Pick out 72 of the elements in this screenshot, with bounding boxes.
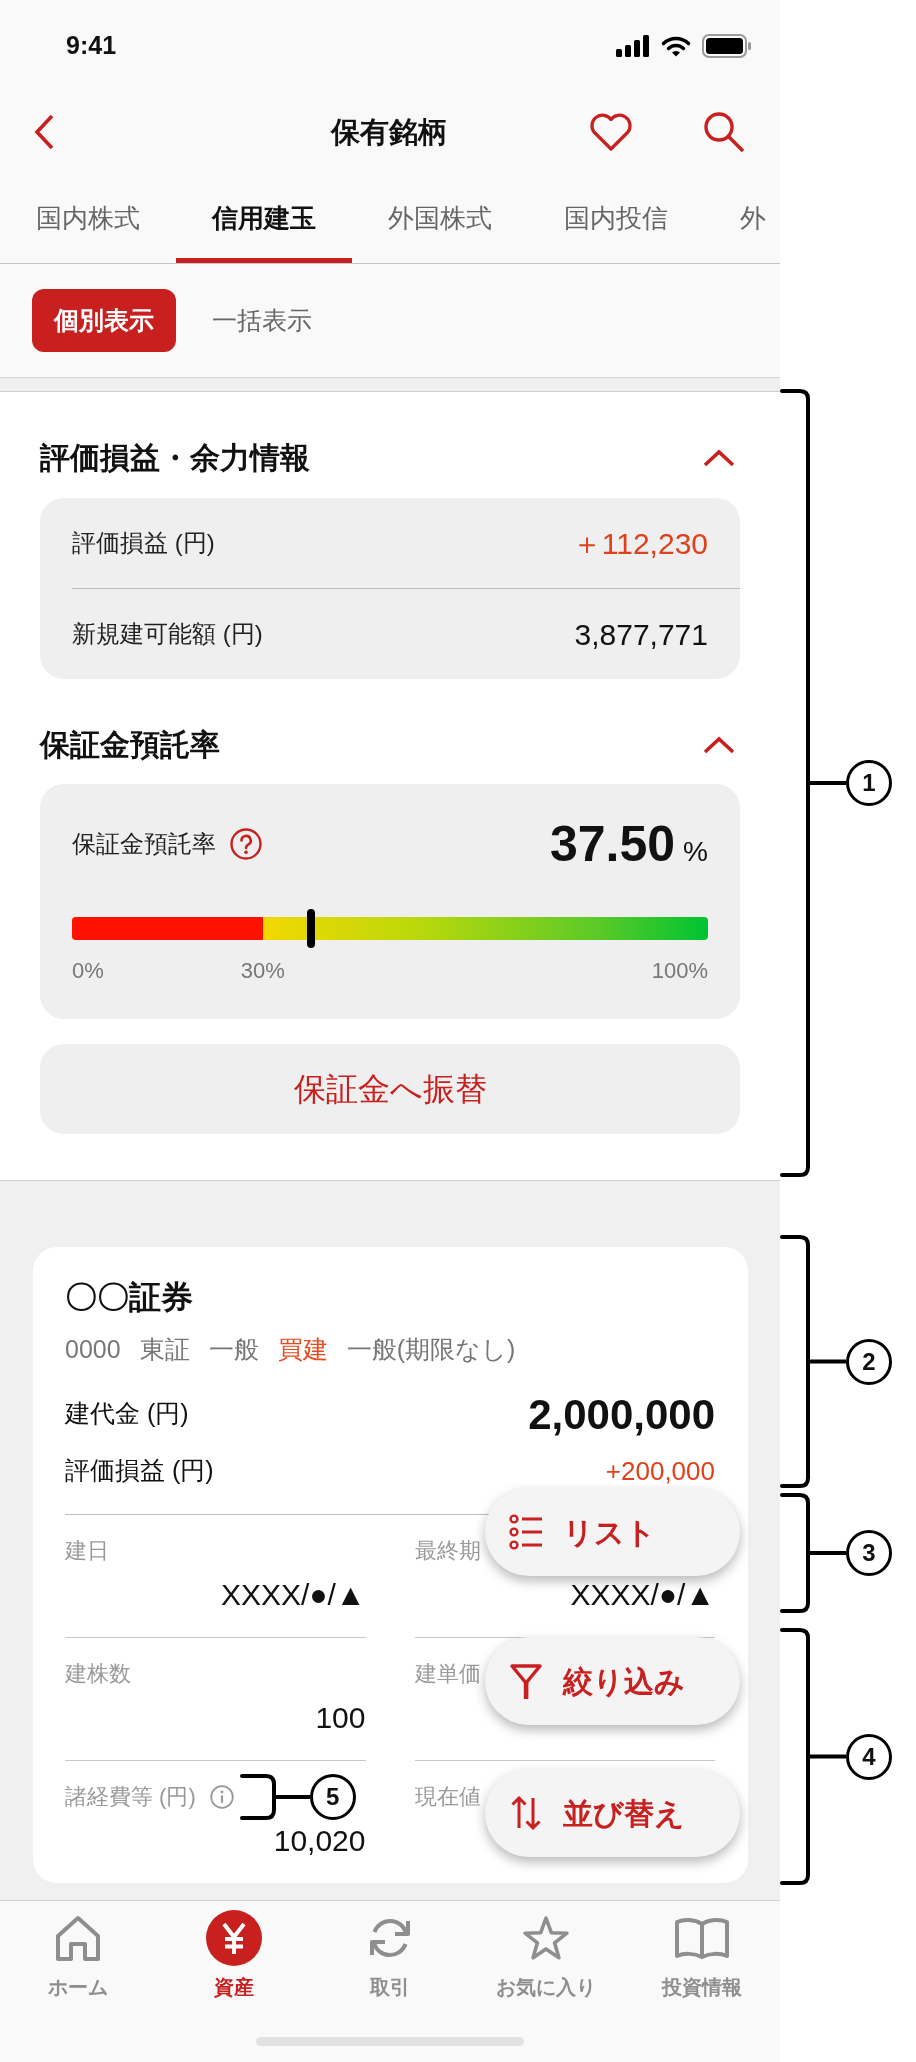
tab[interactable]: 外国株式 [352, 172, 528, 263]
gauge-tick-label: 100% [651, 957, 708, 985]
star-icon [521, 1914, 571, 1962]
floating-action-button[interactable]: 絞り込み [485, 1637, 740, 1725]
page-title: 保有銘柄 [331, 115, 447, 150]
nav-item[interactable]: お気に入り [468, 1901, 624, 2001]
amount-value: 2,000,000 [528, 1389, 715, 1440]
status-time: 9:41 [66, 30, 117, 62]
rate-unit: % [683, 834, 708, 869]
callout-pointer [239, 1773, 310, 1821]
position-tag: 一般 [208, 1331, 259, 1367]
book-icon [674, 1916, 730, 1960]
nav-item[interactable]: 取引 [312, 1901, 468, 2001]
rate-value: 37.50 [549, 815, 676, 872]
view-toggle[interactable]: 個別表示 [32, 289, 176, 352]
list-icon [509, 1514, 543, 1550]
field-label: 最終期 [414, 1537, 481, 1565]
pnl-value: +200,000 [605, 1454, 715, 1488]
position-tag: 一般(期限なし) [346, 1331, 516, 1367]
callout-number: 2 [846, 1338, 892, 1385]
search-icon[interactable] [703, 111, 745, 153]
field-value: XXXX/●/▲ [220, 1577, 366, 1613]
position-tag: 買建 [277, 1331, 328, 1367]
tab[interactable]: 国内株式 [0, 172, 176, 263]
pnl-label: 評価損益 (円) [65, 1455, 214, 1487]
tab[interactable]: 信用建玉 [176, 172, 352, 263]
tab[interactable]: 国内投信 [528, 172, 704, 263]
heart-icon[interactable] [589, 112, 633, 152]
row-value: 3,877,771 [574, 616, 708, 653]
field-label: 現在値 [414, 1783, 481, 1811]
signal-icon [616, 35, 650, 57]
amount-label: 建代金 (円) [65, 1398, 189, 1430]
transfer-button[interactable]: 保証金へ振替 [40, 1044, 740, 1134]
collapse-chevron-icon[interactable] [703, 735, 735, 755]
floating-action-button[interactable]: 並び替え [485, 1769, 740, 1857]
position-tag: 0000 [65, 1331, 121, 1367]
position-title: 〇〇証券 [65, 1278, 194, 1317]
callout-number: 4 [846, 1733, 892, 1780]
position-tag: 東証 [139, 1331, 190, 1367]
field-label: 建日 [65, 1537, 109, 1565]
filter-icon [509, 1662, 543, 1700]
battery-icon [702, 34, 752, 58]
gauge-label: 保証金預託率 [72, 829, 216, 859]
wifi-icon [661, 35, 691, 57]
help-icon[interactable] [230, 828, 262, 860]
row-value: ＋112,230 [571, 525, 708, 562]
row-label: 評価損益 (円) [72, 528, 215, 558]
home-icon [54, 1914, 102, 1962]
gauge-tick-label: 0% [72, 957, 104, 985]
nav-item[interactable]: ホーム [0, 1901, 156, 2001]
field-value: 100 [315, 1700, 366, 1736]
yen-icon [206, 1910, 262, 1966]
sort-icon [509, 1794, 543, 1832]
section-title: 評価損益・余力情報 [40, 440, 310, 476]
floating-action-button[interactable]: リスト [485, 1488, 740, 1576]
callout-number: 3 [846, 1530, 892, 1576]
gauge-tick-label: 30% [240, 957, 285, 985]
field-value: XXXX/●/▲ [570, 1577, 715, 1613]
field-label: 建株数 [65, 1660, 131, 1688]
back-icon[interactable] [33, 113, 55, 151]
view-toggle[interactable]: 一括表示 [190, 289, 334, 352]
info-icon[interactable] [209, 1785, 234, 1809]
field-label: 建単価 [414, 1660, 481, 1688]
field-label: 諸経費等 (円) [65, 1783, 196, 1811]
nav-item[interactable]: 資産 [156, 1901, 312, 2001]
tab[interactable]: 外 [704, 172, 780, 263]
section-title: 保証金預託率 [40, 727, 220, 763]
row-label: 新規建可能額 (円) [72, 619, 263, 649]
collapse-chevron-icon[interactable] [703, 448, 735, 468]
callout-number: 1 [846, 760, 892, 806]
nav-item[interactable]: 投資情報 [624, 1901, 780, 2001]
field-value: 10,020 [273, 1823, 366, 1859]
